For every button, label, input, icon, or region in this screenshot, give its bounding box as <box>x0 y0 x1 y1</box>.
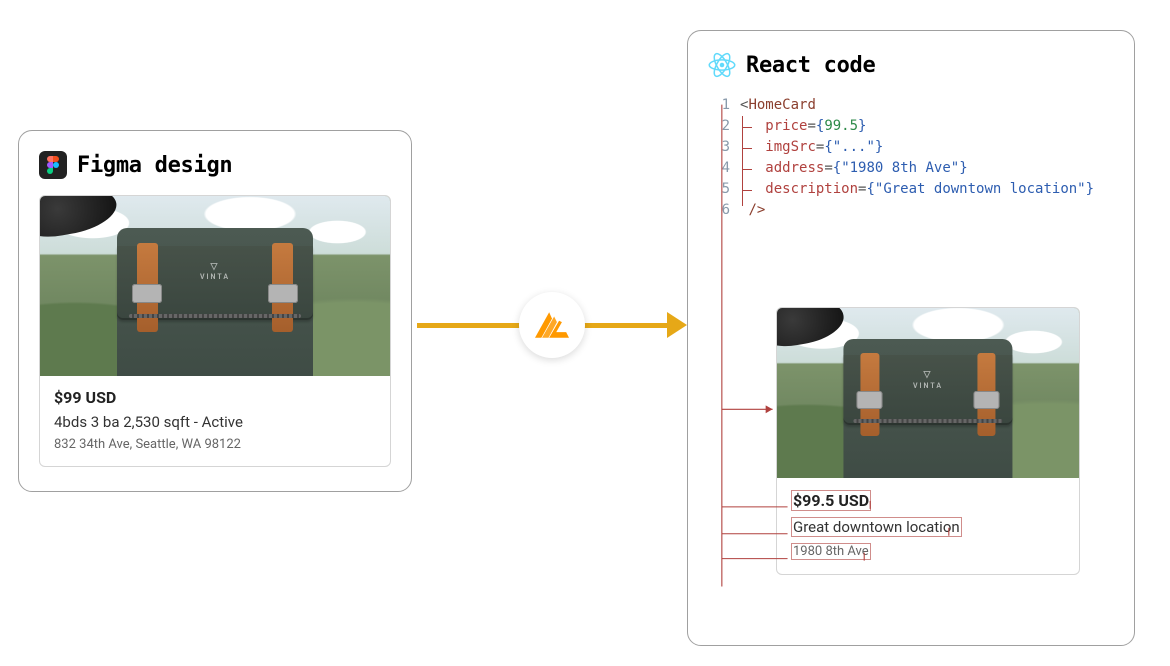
amplify-icon <box>535 312 569 338</box>
figma-panel: Figma design VINTA $99 USD 4bds 3 ba 2,5… <box>18 130 412 492</box>
rendered-bag-brand-text: VINTA <box>913 369 943 391</box>
figma-card-image: VINTA <box>40 196 390 376</box>
code-line-2: 2 price={99.5} <box>708 116 1114 137</box>
amplify-logo-disc <box>519 292 585 358</box>
code-block: 1 <HomeCard 2 price={99.5} 3 imgSrc={"..… <box>708 95 1114 221</box>
rendered-card-image: VINTA <box>777 308 1079 478</box>
rendered-card-description: Great downtown location <box>791 517 962 537</box>
figma-card: VINTA $99 USD 4bds 3 ba 2,530 sqft - Act… <box>39 195 391 467</box>
react-panel-header: React code <box>708 51 1114 79</box>
rendered-card-body: $99.5 USD Great downtown location 1980 8… <box>777 478 1079 574</box>
figma-panel-header: Figma design <box>39 151 391 179</box>
code-line-5: 5 description={"Great downtown location"… <box>708 179 1114 200</box>
code-line-4: 4 address={"1980 8th Ave"} <box>708 158 1114 179</box>
transform-arrow <box>417 290 687 360</box>
figma-card-price: $99 USD <box>54 388 376 407</box>
code-line-6: 6 /> <box>708 200 1114 221</box>
rendered-card: VINTA $99.5 USD Great downtown location … <box>776 307 1080 575</box>
figma-card-body: $99 USD 4bds 3 ba 2,530 sqft - Active 83… <box>40 376 390 466</box>
rendered-card-price: $99.5 USD <box>791 490 871 511</box>
code-line-3: 3 imgSrc={"..."} <box>708 137 1114 158</box>
react-panel: React code 1 <HomeCard 2 price={99.5} 3 … <box>687 30 1135 646</box>
react-icon <box>708 51 736 79</box>
rendered-card-address: 1980 8th Ave <box>791 543 871 560</box>
figma-card-address: 832 34th Ave, Seattle, WA 98122 <box>54 437 376 452</box>
react-panel-title: React code <box>746 53 875 78</box>
figma-icon <box>39 151 67 179</box>
bag-brand-text: VINTA <box>200 261 230 283</box>
code-line-1: 1 <HomeCard <box>708 95 1114 116</box>
figma-panel-title: Figma design <box>77 153 232 178</box>
figma-card-description: 4bds 3 ba 2,530 sqft - Active <box>54 413 376 431</box>
